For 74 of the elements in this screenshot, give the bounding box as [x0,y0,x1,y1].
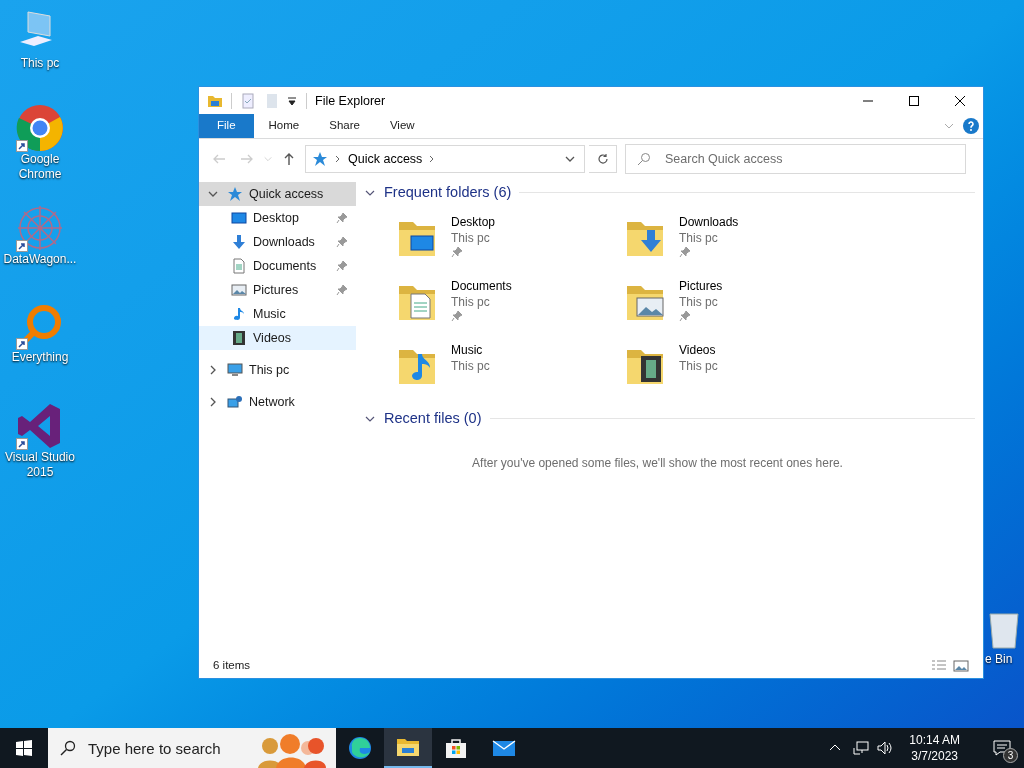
folder-name: Desktop [451,213,496,230]
search-icon [637,152,651,166]
folder-icon [207,93,223,109]
icon-label[interactable]: e Bin [985,652,1013,667]
search-field[interactable]: Search Quick access [625,144,966,174]
folder-location: This pc [451,357,490,374]
star-pattern-icon [16,204,64,252]
shortcut-arrow-icon [16,140,28,152]
nav-item[interactable]: Music [199,302,356,326]
address-bar[interactable]: Quick access [305,145,585,173]
folder-tile[interactable]: Documents This pc [397,277,625,326]
thumbnail-view-icon[interactable] [953,658,969,674]
star-icon [227,186,243,202]
folder-tile[interactable]: Music This pc [397,341,625,390]
help-icon[interactable] [963,118,979,134]
maximize-icon[interactable] [908,95,920,107]
network-icon [227,394,243,410]
volume-icon[interactable] [877,740,894,756]
notification-count: 3 [1003,748,1018,763]
shortcut-arrow-icon [16,338,28,350]
network-icon[interactable] [853,740,870,756]
people-illustration [256,732,326,768]
folder-name: Downloads [679,213,739,230]
nav-item[interactable]: Downloads [199,230,356,254]
picture-icon [231,282,247,298]
music-note-icon [231,306,247,322]
folder-location: This pc [679,357,718,374]
close-icon[interactable] [954,95,966,107]
item-count: 6 items [213,658,252,674]
refresh-button[interactable] [589,145,617,173]
empty-message: After you've opened some files, we'll show the most recent ones here. [472,454,843,472]
folder-name: Videos [679,341,717,358]
breadcrumb[interactable]: Quick access [348,149,423,169]
nav-item[interactable]: Desktop [199,206,356,230]
folder-name: Pictures [679,277,723,294]
window-title: File Explorer [315,92,387,110]
nav-item[interactable]: This pc [199,358,356,382]
film-icon [231,330,247,346]
folder-name: Documents [451,277,512,294]
folder-location: This pc [451,293,491,310]
folder-tile[interactable]: Desktop This pc [397,213,625,262]
nav-item[interactable]: Videos [199,326,356,350]
ribbon-tab[interactable]: Home [253,114,315,138]
windows-logo-icon[interactable] [16,740,32,756]
nav-item[interactable]: Pictures [199,278,356,302]
folder-icon[interactable] [384,728,432,768]
notifications-icon[interactable] [992,738,1012,758]
document-icon [231,258,247,274]
section-title[interactable]: Frequent folders (6) [384,182,512,204]
chevron-icon [334,153,342,165]
dropdown-icon[interactable] [286,95,298,107]
folder-tile[interactable]: Pictures This pc [625,277,853,326]
desktop-icon [231,210,247,226]
nav-item[interactable]: Quick access [199,182,356,206]
nav-item[interactable]: Network [199,390,356,414]
folder-tile[interactable]: Videos This pc [625,341,853,390]
computer-icon [227,362,243,378]
folder-tile[interactable]: Downloads This pc [625,213,853,262]
refresh-icon [596,153,609,165]
down-arrow-icon [231,234,247,250]
chrome-icon [16,104,64,152]
folder-name: Music [451,341,484,358]
ribbon-tab[interactable]: View [374,114,430,138]
star-icon [312,151,328,167]
folder-location: This pc [679,229,719,246]
section-title[interactable]: Recent files (0) [384,407,482,430]
folder-location: This pc [679,293,719,310]
shortcut-arrow-icon [16,438,28,450]
shortcut-arrow-icon [16,240,28,252]
search-icon [60,740,76,756]
folder-location: This pc [451,229,491,246]
ribbon-tab[interactable]: Share [314,114,375,138]
clock[interactable]: 10:14 AM 3/7/2023 [901,732,968,764]
nav-item[interactable]: Documents [199,254,356,278]
